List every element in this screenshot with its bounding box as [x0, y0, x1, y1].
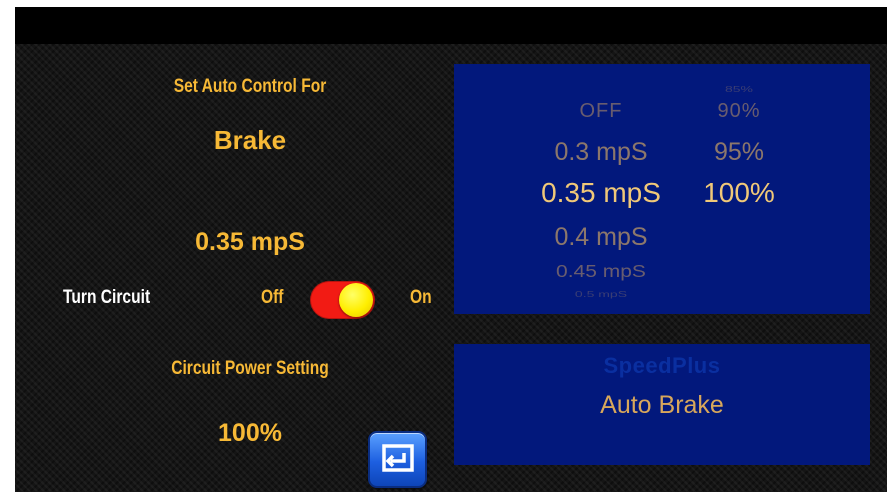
- picker-speed-option-selected[interactable]: 0.35 mpS: [506, 177, 696, 209]
- turn-circuit-label: Turn Circuit: [63, 287, 151, 308]
- toggle-knob[interactable]: [339, 283, 373, 317]
- circuit-power-heading: Circuit Power Setting: [171, 358, 329, 379]
- picker-power-option[interactable]: 85%: [699, 84, 779, 94]
- picker-power-option[interactable]: 95%: [694, 138, 784, 167]
- set-auto-control-heading: Set Auto Control For: [173, 76, 327, 97]
- mode-panel: SpeedPlus Auto Brake: [454, 344, 870, 465]
- control-name: Brake: [213, 125, 287, 155]
- picker-power-option[interactable]: 90%: [694, 100, 784, 123]
- app-screen: Set Auto Control For Brake 0.35 mpS Turn…: [15, 7, 887, 492]
- picker-speed-option[interactable]: 0.3 mpS: [516, 138, 686, 167]
- picker-power-option-selected[interactable]: 100%: [689, 177, 789, 209]
- speed-value: 0.35 mpS: [195, 228, 305, 256]
- off-label: Off: [261, 287, 284, 308]
- picker-speed-option[interactable]: 0.4 mpS: [516, 223, 686, 252]
- picker-speed-option[interactable]: OFF: [536, 100, 666, 123]
- picker-speed-option[interactable]: 0.5 mpS: [516, 289, 686, 299]
- return-button[interactable]: [368, 431, 427, 488]
- on-label: On: [410, 287, 432, 308]
- mode-label: Auto Brake: [600, 391, 724, 419]
- circuit-toggle[interactable]: [310, 281, 375, 319]
- app-name: SpeedPlus: [603, 353, 721, 378]
- speed-power-picker[interactable]: OFF 0.3 mpS 0.35 mpS 0.4 mpS 0.45 mpS 0.…: [454, 64, 870, 314]
- picker-speed-option[interactable]: 0.45 mpS: [516, 262, 686, 282]
- status-bar: [15, 7, 887, 44]
- return-arrow-icon: [382, 444, 414, 472]
